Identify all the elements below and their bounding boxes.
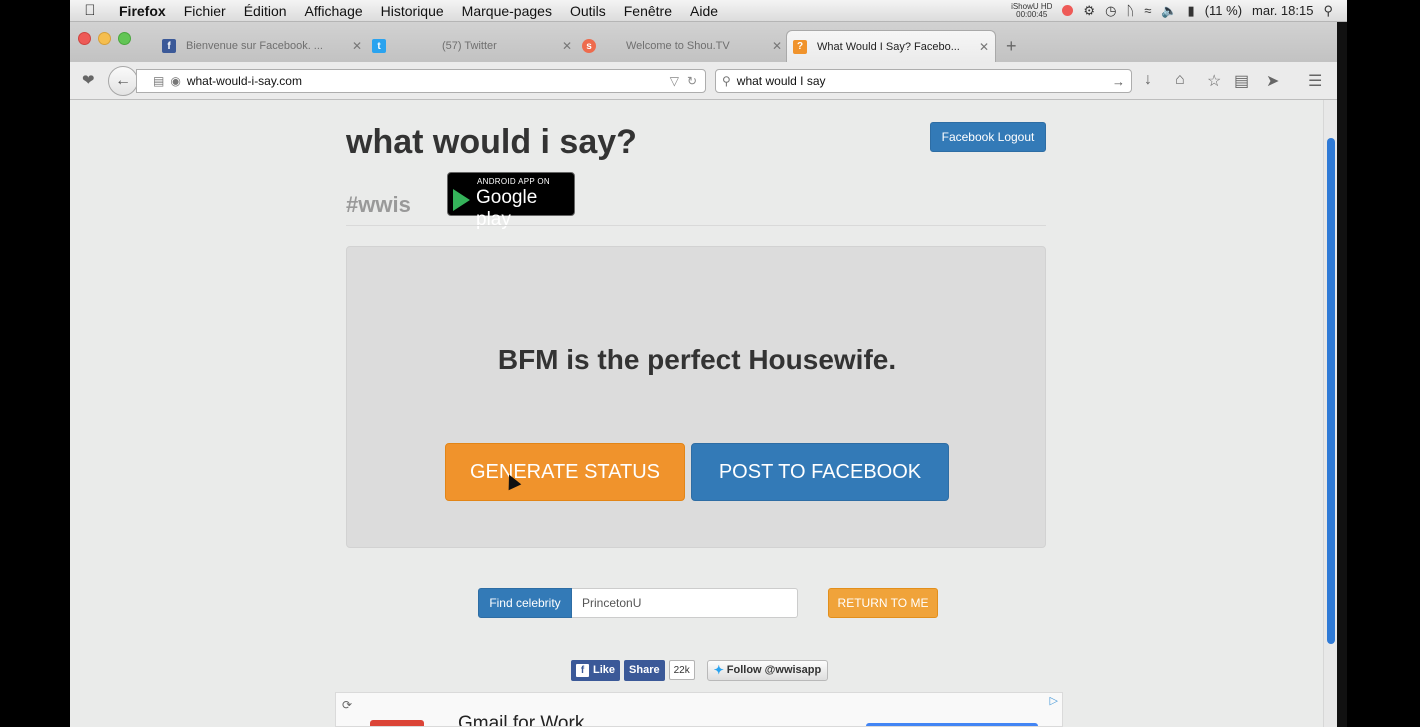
facebook-like-button[interactable]: f Like (571, 659, 621, 681)
tab-facebook[interactable]: f Bienvenue sur Facebook. ... ✕ (162, 30, 362, 62)
wifi-icon[interactable]: ≈ (1144, 3, 1151, 18)
menu-fichier[interactable]: Fichier (175, 3, 235, 19)
tab-title: Bienvenue sur Facebook. ... (186, 40, 323, 52)
home-icon[interactable]: ⌂ (1175, 71, 1185, 89)
facebook-favicon-icon: f (162, 39, 176, 53)
wwis-favicon-icon: ? (793, 39, 807, 54)
tab-title: Welcome to Shou.TV (626, 40, 730, 52)
hamburger-menu-icon[interactable]: ☰ (1308, 71, 1322, 91)
tab-close-icon[interactable]: ✕ (562, 39, 572, 53)
clock-icon[interactable]: ◷ (1105, 3, 1116, 19)
web-page: what would i say? #wwis ANDROID APP ON G… (70, 100, 1323, 727)
recorder-indicator[interactable]: iShowU HD 00:00:45 (1011, 2, 1052, 19)
tab-title: (57) Twitter (442, 40, 497, 52)
menu-fenetre[interactable]: Fenêtre (615, 3, 681, 19)
menu-marque-pages[interactable]: Marque-pages (453, 3, 561, 19)
url-text: what-would-i-say.com (186, 74, 302, 88)
window-zoom-button[interactable] (118, 32, 131, 45)
search-text: what would I say (736, 74, 826, 88)
search-go-icon[interactable]: → (1112, 74, 1125, 89)
mac-menubar:  Firefox Fichier Édition Affichage Hist… (70, 0, 1347, 22)
twitter-favicon-icon: t (372, 39, 386, 53)
twitter-bird-icon: ✦ (713, 663, 724, 677)
advertisement-banner[interactable]: ⟳ Gmail for Work ▷ (335, 692, 1063, 727)
adchoices-icon[interactable]: ▷ (1050, 694, 1058, 707)
find-celebrity-group: Find celebrity (478, 588, 798, 618)
share-count: 22k (668, 660, 695, 680)
battery-icon[interactable]: ▮ (1188, 3, 1195, 19)
tab-strip: f Bienvenue sur Facebook. ... ✕ t (57) T… (70, 22, 1337, 62)
pocket-icon[interactable]: ❤ (82, 71, 95, 89)
menu-firefox[interactable]: Firefox (110, 3, 175, 19)
twitter-follow-button[interactable]: ✦ Follow @wwisapp (706, 659, 829, 681)
menu-historique[interactable]: Historique (372, 3, 453, 19)
back-arrow-icon: ← (115, 72, 131, 89)
new-tab-icon[interactable]: + (1006, 36, 1017, 57)
bookmark-star-icon[interactable]: ☆ (1207, 71, 1221, 91)
menu-aide[interactable]: Aide (681, 3, 727, 19)
scrollbar-thumb[interactable] (1327, 138, 1335, 644)
tab-twitter[interactable]: t (57) Twitter ✕ (372, 30, 572, 62)
generate-status-button[interactable]: GENERATE STATUS (445, 443, 685, 501)
tab-close-icon[interactable]: ✕ (352, 39, 362, 53)
window-minimize-button[interactable] (98, 32, 111, 45)
vertical-scrollbar[interactable] (1323, 100, 1337, 727)
tab-what-would-i-say[interactable]: ? What Would I Say? Facebo... ✕ (786, 30, 996, 62)
back-button[interactable]: ← (108, 66, 138, 96)
page-info-icon[interactable]: ▤ (153, 74, 164, 88)
url-bar[interactable]: ▤ ◉ what-would-i-say.com ▽ ↻ (136, 69, 706, 93)
search-icon: ⚲ (722, 74, 731, 88)
tab-close-icon[interactable]: ✕ (772, 39, 782, 53)
battery-percentage: (11 %) (1204, 3, 1243, 18)
shou-favicon-icon: s (582, 39, 596, 53)
apple-menu-icon[interactable]:  (70, 2, 110, 19)
menu-edition[interactable]: Édition (235, 3, 296, 19)
search-bar[interactable]: ⚲ what would I say → (715, 69, 1132, 93)
status-panel: BFM is the perfect Housewife. GENERATE S… (346, 246, 1046, 548)
record-icon[interactable] (1062, 5, 1074, 16)
return-to-me-button[interactable]: RETURN TO ME (828, 588, 938, 618)
celebrity-input[interactable] (572, 588, 798, 618)
menubar-status-area: iShowU HD 00:00:45 ⚙ ◷ ᚢ ≈ 🔈 ▮ (11 %) ma… (1011, 2, 1347, 19)
bluetooth-icon[interactable]: ᚢ (1126, 3, 1134, 18)
ad-refresh-icon[interactable]: ⟳ (342, 698, 352, 712)
facebook-share-button[interactable]: Share (624, 659, 665, 681)
post-to-facebook-button[interactable]: POST TO FACEBOOK (691, 443, 949, 501)
volume-icon[interactable]: 🔈 (1161, 3, 1177, 19)
divider (346, 225, 1046, 226)
menu-affichage[interactable]: Affichage (296, 3, 372, 19)
tab-shou-tv[interactable]: s Welcome to Shou.TV ✕ (582, 30, 782, 62)
ad-cta-button[interactable] (866, 723, 1038, 726)
window-close-button[interactable] (78, 32, 91, 45)
history-dropdown-icon[interactable]: ▽ (670, 74, 679, 88)
gmail-logo-icon (370, 720, 424, 726)
facebook-logout-button[interactable]: Facebook Logout (930, 122, 1046, 152)
send-icon[interactable]: ➤ (1266, 71, 1279, 91)
generated-status-text: BFM is the perfect Housewife. (497, 344, 897, 375)
menubar-clock[interactable]: mar. 18:15 (1252, 3, 1313, 18)
screen:  Firefox Fichier Édition Affichage Hist… (70, 0, 1347, 727)
find-celebrity-button[interactable]: Find celebrity (478, 588, 572, 618)
facebook-icon: f (576, 663, 589, 677)
bookmarks-list-icon[interactable]: ▤ (1234, 71, 1249, 91)
play-store-icon (453, 189, 470, 211)
tab-title: What Would I Say? Facebo... (817, 40, 960, 53)
window-edge (1337, 22, 1347, 727)
menu-outils[interactable]: Outils (561, 3, 615, 19)
tab-close-icon[interactable]: ✕ (979, 40, 989, 54)
hashtag: #wwis (346, 192, 411, 217)
spotlight-search-icon[interactable]: ⚲ (1323, 3, 1333, 19)
navigation-toolbar: ❤ ← ▤ ◉ what-would-i-say.com ▽ ↻ ⚲ what … (70, 62, 1337, 100)
reload-icon[interactable]: ↻ (687, 74, 697, 88)
download-icon[interactable]: ↓ (1144, 71, 1152, 89)
google-play-badge[interactable]: ANDROID APP ON Google play (447, 172, 575, 230)
site-title[interactable]: what would i say? (346, 123, 637, 162)
globe-icon: ◉ (170, 74, 181, 88)
social-buttons: f Like Share 22k ✦ Follow @wwisapp (571, 659, 829, 681)
ad-title: Gmail for Work (458, 713, 585, 727)
gear-icon[interactable]: ⚙ (1083, 3, 1095, 19)
